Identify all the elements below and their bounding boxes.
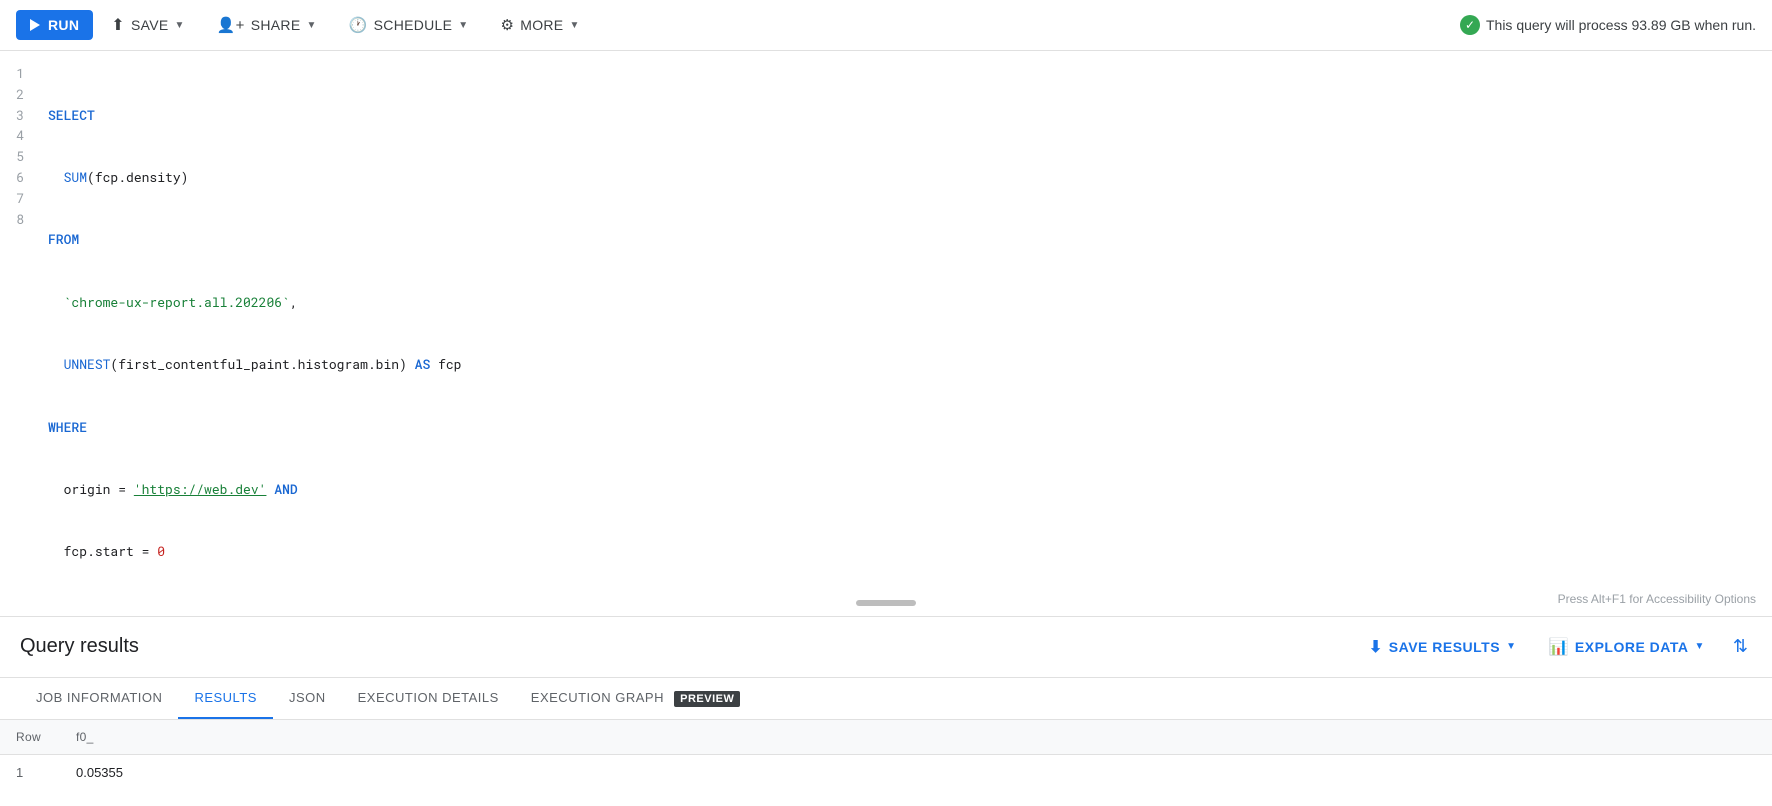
line-num-1: 1 bbox=[16, 63, 24, 84]
code-line-4: `chrome-ux-report.all.202206`, bbox=[48, 292, 1764, 313]
save-results-button[interactable]: ⬇ SAVE RESULTS ▼ bbox=[1361, 631, 1525, 663]
tab-execution-graph-label: EXECUTION GRAPH bbox=[531, 690, 664, 705]
expand-button[interactable]: ⇅ bbox=[1729, 632, 1752, 661]
code-line-7: origin = 'https://web.dev' AND bbox=[48, 479, 1764, 500]
line-num-8: 8 bbox=[16, 209, 24, 230]
schedule-label: SCHEDULE bbox=[374, 17, 453, 33]
code-line-1: SELECT bbox=[48, 105, 1764, 126]
col-f0: f0_ bbox=[60, 720, 1278, 755]
more-label: MORE bbox=[520, 17, 563, 33]
play-icon bbox=[30, 19, 40, 31]
preview-badge: PREVIEW bbox=[674, 691, 740, 707]
cell-f0-1: 0.05355 bbox=[60, 754, 1278, 790]
explore-data-label: EXPLORE DATA bbox=[1575, 639, 1689, 655]
results-table: Row f0_ 1 0.05355 bbox=[0, 720, 1772, 790]
accessibility-hint: Press Alt+F1 for Accessibility Options bbox=[1558, 592, 1756, 606]
tab-execution-details-label: EXECUTION DETAILS bbox=[358, 690, 499, 705]
tab-job-information[interactable]: JOB INFORMATION bbox=[20, 678, 178, 719]
line-num-6: 6 bbox=[16, 167, 24, 188]
code-line-6: WHERE bbox=[48, 417, 1764, 438]
line-num-3: 3 bbox=[16, 105, 24, 126]
tabs-bar: JOB INFORMATION RESULTS JSON EXECUTION D… bbox=[0, 678, 1772, 720]
schedule-button[interactable]: 🕐 SCHEDULE ▼ bbox=[335, 9, 483, 41]
more-dropdown-arrow: ▼ bbox=[569, 20, 579, 31]
code-editor[interactable]: 1 2 3 4 5 6 7 8 SELECT SUM(fcp.density) … bbox=[0, 51, 1772, 616]
explore-data-button[interactable]: 📊 EXPLORE DATA ▼ bbox=[1540, 631, 1712, 663]
line-num-7: 7 bbox=[16, 188, 24, 209]
check-icon: ✓ bbox=[1460, 15, 1480, 35]
download-icon: ⬇ bbox=[1369, 637, 1383, 657]
save-results-label: SAVE RESULTS bbox=[1389, 639, 1500, 655]
line-num-2: 2 bbox=[16, 84, 24, 105]
query-info: ✓ This query will process 93.89 GB when … bbox=[1460, 15, 1756, 35]
save-dropdown-arrow: ▼ bbox=[174, 20, 184, 31]
chart-icon: 📊 bbox=[1548, 637, 1568, 657]
editor-area[interactable]: 1 2 3 4 5 6 7 8 SELECT SUM(fcp.density) … bbox=[0, 51, 1772, 617]
share-label: SHARE bbox=[251, 17, 301, 33]
code-line-2: SUM(fcp.density) bbox=[48, 167, 1764, 188]
tab-job-information-label: JOB INFORMATION bbox=[36, 690, 162, 705]
run-label: RUN bbox=[48, 17, 79, 33]
share-icon: 👤+ bbox=[217, 16, 245, 34]
expand-icon: ⇅ bbox=[1733, 636, 1748, 657]
save-button[interactable]: ⬆ SAVE ▼ bbox=[97, 8, 198, 42]
save-results-dropdown-arrow: ▼ bbox=[1506, 641, 1516, 652]
explore-data-dropdown-arrow: ▼ bbox=[1695, 641, 1705, 652]
tab-execution-details[interactable]: EXECUTION DETAILS bbox=[342, 678, 515, 719]
results-title: Query results bbox=[20, 635, 1361, 658]
code-line-3: FROM bbox=[48, 229, 1764, 250]
toolbar: RUN ⬆ SAVE ▼ 👤+ SHARE ▼ 🕐 SCHEDULE ▼ ⚙ M… bbox=[0, 0, 1772, 51]
col-empty bbox=[1278, 720, 1772, 755]
results-header: Query results ⬇ SAVE RESULTS ▼ 📊 EXPLORE… bbox=[0, 617, 1772, 678]
schedule-icon: 🕐 bbox=[349, 16, 368, 34]
results-actions: ⬇ SAVE RESULTS ▼ 📊 EXPLORE DATA ▼ ⇅ bbox=[1361, 631, 1752, 663]
tab-results[interactable]: RESULTS bbox=[178, 678, 273, 719]
line-numbers: 1 2 3 4 5 6 7 8 bbox=[0, 63, 40, 604]
tab-results-label: RESULTS bbox=[194, 690, 257, 705]
table-row: 1 0.05355 bbox=[0, 754, 1772, 790]
save-label: SAVE bbox=[131, 17, 169, 33]
query-info-text: This query will process 93.89 GB when ru… bbox=[1486, 17, 1756, 33]
cell-empty-1 bbox=[1278, 754, 1772, 790]
tab-json-label: JSON bbox=[289, 690, 326, 705]
code-line-8: fcp.start = 0 bbox=[48, 541, 1764, 562]
table-header-row: Row f0_ bbox=[0, 720, 1772, 755]
share-button[interactable]: 👤+ SHARE ▼ bbox=[203, 9, 331, 41]
more-button[interactable]: ⚙ MORE ▼ bbox=[487, 9, 594, 41]
schedule-dropdown-arrow: ▼ bbox=[458, 20, 468, 31]
col-row: Row bbox=[0, 720, 60, 755]
horizontal-scrollbar[interactable] bbox=[856, 600, 916, 606]
save-icon: ⬆ bbox=[111, 15, 125, 35]
gear-icon: ⚙ bbox=[501, 16, 515, 34]
code-line-5: UNNEST(first_contentful_paint.histogram.… bbox=[48, 354, 1764, 375]
run-button[interactable]: RUN bbox=[16, 10, 93, 40]
results-section: Query results ⬇ SAVE RESULTS ▼ 📊 EXPLORE… bbox=[0, 617, 1772, 790]
line-num-4: 4 bbox=[16, 125, 24, 146]
code-content[interactable]: SELECT SUM(fcp.density) FROM `chrome-ux-… bbox=[40, 63, 1772, 604]
tab-json[interactable]: JSON bbox=[273, 678, 342, 719]
tab-execution-graph[interactable]: EXECUTION GRAPH PREVIEW bbox=[515, 678, 757, 719]
share-dropdown-arrow: ▼ bbox=[306, 20, 316, 31]
cell-row-1: 1 bbox=[0, 754, 60, 790]
line-num-5: 5 bbox=[16, 146, 24, 167]
